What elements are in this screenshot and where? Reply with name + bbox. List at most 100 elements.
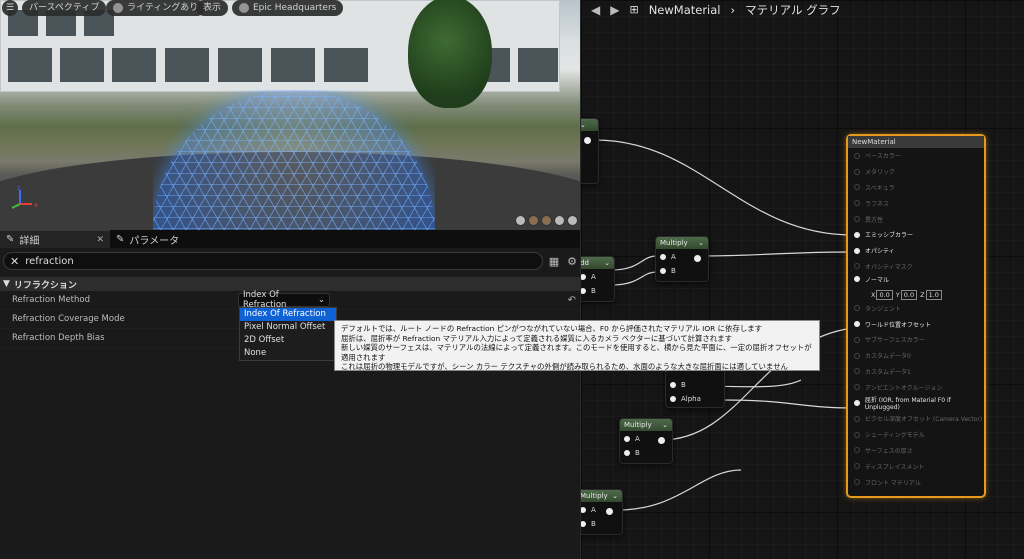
material-result-node[interactable]: NewMaterial ベースカラー メタリック スペキュラ ラフネス 異方性 エミッシブ… bbox=[846, 134, 986, 498]
preview-plane-icon[interactable] bbox=[541, 215, 552, 226]
output-pin[interactable] bbox=[658, 437, 665, 444]
material-input-pin[interactable]: ワールド位置オフセット bbox=[848, 316, 984, 332]
vector-component-input[interactable]: 1.0 bbox=[925, 289, 942, 300]
material-input-pin[interactable]: ラフネス bbox=[848, 195, 984, 211]
node-header: dd ⌄ bbox=[581, 257, 614, 269]
preview-teapot-icon[interactable] bbox=[567, 215, 578, 226]
output-pin[interactable] bbox=[694, 255, 701, 262]
pin-label: シェーディングモデル bbox=[865, 432, 925, 440]
input-pin-b[interactable]: B bbox=[656, 263, 708, 279]
viewport-menu-button[interactable]: ☰ bbox=[2, 0, 18, 16]
material-input-pin[interactable]: サーフェスの厚さ bbox=[848, 443, 984, 459]
preview-cube-icon[interactable] bbox=[554, 215, 565, 226]
refraction-method-dropdown[interactable]: Index Of Refraction ⌄ bbox=[238, 290, 330, 310]
material-input-pin[interactable]: オパシティマスク bbox=[848, 259, 984, 275]
preview-scene-button[interactable]: Epic Headquarters bbox=[232, 0, 344, 16]
material-input-pin[interactable]: カスタムデータ1 bbox=[848, 364, 984, 380]
pin-dot bbox=[854, 352, 860, 359]
preview-cylinder-icon[interactable] bbox=[515, 215, 526, 226]
multiply-node[interactable]: Multiply ⌄ A B bbox=[581, 489, 623, 535]
normal-default-vector[interactable]: X 0.0 Y 0.0 Z 1.0 bbox=[854, 289, 984, 300]
material-input-pin[interactable]: アンビエントオクルージョン bbox=[848, 379, 984, 395]
material-graph[interactable]: ◀ ▶ ⊞ NewMaterial › マテリアル グラフ ⌄ Multiply… bbox=[581, 0, 1024, 559]
lighting-button[interactable]: ライティングあり bbox=[106, 0, 206, 16]
material-input-pin[interactable]: 異方性 bbox=[848, 211, 984, 227]
graph-toolbar: ◀ ▶ ⊞ NewMaterial › マテリアル グラフ bbox=[581, 0, 1024, 19]
section-refraction[interactable]: ▼ リフラクション bbox=[0, 277, 580, 291]
output-pin[interactable] bbox=[584, 137, 591, 144]
perspective-button[interactable]: パースペクティブ bbox=[22, 0, 107, 16]
output-pin[interactable] bbox=[606, 508, 613, 515]
menu-option-none[interactable]: None bbox=[240, 347, 336, 360]
input-pin-b[interactable]: B bbox=[581, 516, 622, 532]
tooltip-line: これは屈折の物理モデルですが、シーン カラー テクスチャの外側が読み取られるため… bbox=[341, 362, 788, 372]
breadcrumb-material[interactable]: NewMaterial bbox=[649, 3, 721, 17]
material-input-pin[interactable]: ディスプレイスメント bbox=[848, 458, 984, 474]
tree bbox=[408, 0, 492, 108]
material-input-pin[interactable]: エミッシブカラー bbox=[848, 227, 984, 243]
pin-dot bbox=[854, 200, 860, 207]
wire bbox=[698, 251, 854, 257]
menu-option-pixel-normal-offset[interactable]: Pixel Normal Offset bbox=[240, 321, 336, 334]
forward-arrow-icon[interactable]: ▶ bbox=[610, 3, 619, 17]
wire bbox=[594, 139, 854, 236]
show-button[interactable]: 表示 bbox=[196, 0, 229, 16]
graph-hierarchy-icon: ⊞ bbox=[629, 3, 639, 16]
pin-label: ワールド位置オフセット bbox=[865, 321, 932, 329]
pin-dot bbox=[670, 396, 676, 402]
material-input-pin[interactable]: メタリック bbox=[848, 164, 984, 180]
multiply-node[interactable]: Multiply ⌄ A B bbox=[619, 418, 673, 464]
material-input-pin[interactable]: 屈折 (IOR, from Material F0 if Unplugged) bbox=[848, 395, 984, 411]
graph-node-partial[interactable]: ⌄ bbox=[581, 118, 599, 184]
search-row: ✕ refraction ▦ ⚙ bbox=[0, 250, 580, 272]
preview-sphere-icon[interactable] bbox=[528, 215, 539, 226]
material-input-pin[interactable]: オパシティ bbox=[848, 243, 984, 259]
material-input-pin[interactable]: ベースカラー bbox=[848, 148, 984, 164]
clear-search-icon[interactable]: ✕ bbox=[10, 255, 19, 268]
pin-label: ベースカラー bbox=[865, 153, 901, 161]
menu-option-index-of-refraction[interactable]: Index Of Refraction bbox=[240, 308, 336, 321]
building-window bbox=[8, 48, 52, 82]
table-view-icon[interactable]: ▦ bbox=[549, 255, 559, 268]
vector-component-input[interactable]: 0.0 bbox=[900, 289, 918, 300]
multiply-node[interactable]: Multiply ⌄ A B bbox=[655, 236, 709, 282]
level-viewport[interactable]: ☰ パースペクティブ ライティングあり 表示 Epic Headquarters… bbox=[0, 0, 580, 230]
hamburger-icon: ☰ bbox=[5, 3, 15, 13]
breadcrumb-material-graph[interactable]: マテリアル グラフ bbox=[745, 2, 841, 18]
material-input-pin[interactable]: カスタムデータ0 bbox=[848, 348, 984, 364]
back-arrow-icon[interactable]: ◀ bbox=[591, 3, 600, 17]
add-node[interactable]: dd ⌄ A B bbox=[581, 256, 615, 302]
pin-dot bbox=[854, 463, 860, 470]
input-pin-b[interactable]: B bbox=[581, 283, 614, 299]
chevron-down-icon: ⌄ bbox=[612, 492, 618, 500]
material-input-pin[interactable]: ノーマル X 0.0 Y 0.0 Z 1.0 bbox=[848, 274, 984, 300]
pin-label: オパシティマスク bbox=[865, 263, 913, 271]
building-window bbox=[271, 48, 315, 82]
input-pin-b[interactable]: B bbox=[620, 445, 672, 461]
glass-hemisphere bbox=[153, 90, 435, 230]
material-input-pin[interactable]: タンジェント bbox=[848, 300, 984, 316]
property-label: Refraction Coverage Mode bbox=[12, 314, 125, 324]
pin-label: メタリック bbox=[865, 169, 896, 177]
input-pin-alpha[interactable]: Alpha bbox=[666, 391, 724, 407]
node-title: Multiply bbox=[581, 492, 608, 500]
tab-parameters[interactable]: ✎ パラメータ bbox=[110, 230, 220, 248]
pin-label: カスタムデータ0 bbox=[865, 353, 911, 361]
material-input-pin[interactable]: ピクセル深度オフセット (Camera Vector) bbox=[848, 411, 984, 427]
vector-component-input[interactable]: 0.0 bbox=[876, 289, 893, 300]
pin-label: サーフェスの厚さ bbox=[865, 447, 913, 455]
pin-dot bbox=[581, 274, 586, 280]
menu-option-2d-offset[interactable]: 2D Offset bbox=[240, 334, 336, 347]
material-input-pin[interactable]: シェーディングモデル bbox=[848, 427, 984, 443]
search-input[interactable]: ✕ refraction bbox=[3, 252, 543, 270]
close-icon[interactable]: ✕ bbox=[96, 235, 104, 245]
tab-details[interactable]: ✎ 詳細 ✕ bbox=[0, 230, 110, 248]
material-input-pin[interactable]: フロント マテリアル bbox=[848, 474, 984, 490]
pin-dot bbox=[854, 479, 860, 486]
vector-component-label: Z bbox=[920, 290, 925, 299]
reset-to-default-icon[interactable]: ↶ bbox=[568, 295, 576, 306]
settings-gear-icon[interactable]: ⚙ bbox=[567, 255, 577, 268]
material-input-pin[interactable]: スペキュラ bbox=[848, 180, 984, 196]
pin-label: ピクセル深度オフセット (Camera Vector) bbox=[865, 416, 983, 424]
material-input-pin[interactable]: サブサーフェスカラー bbox=[848, 332, 984, 348]
